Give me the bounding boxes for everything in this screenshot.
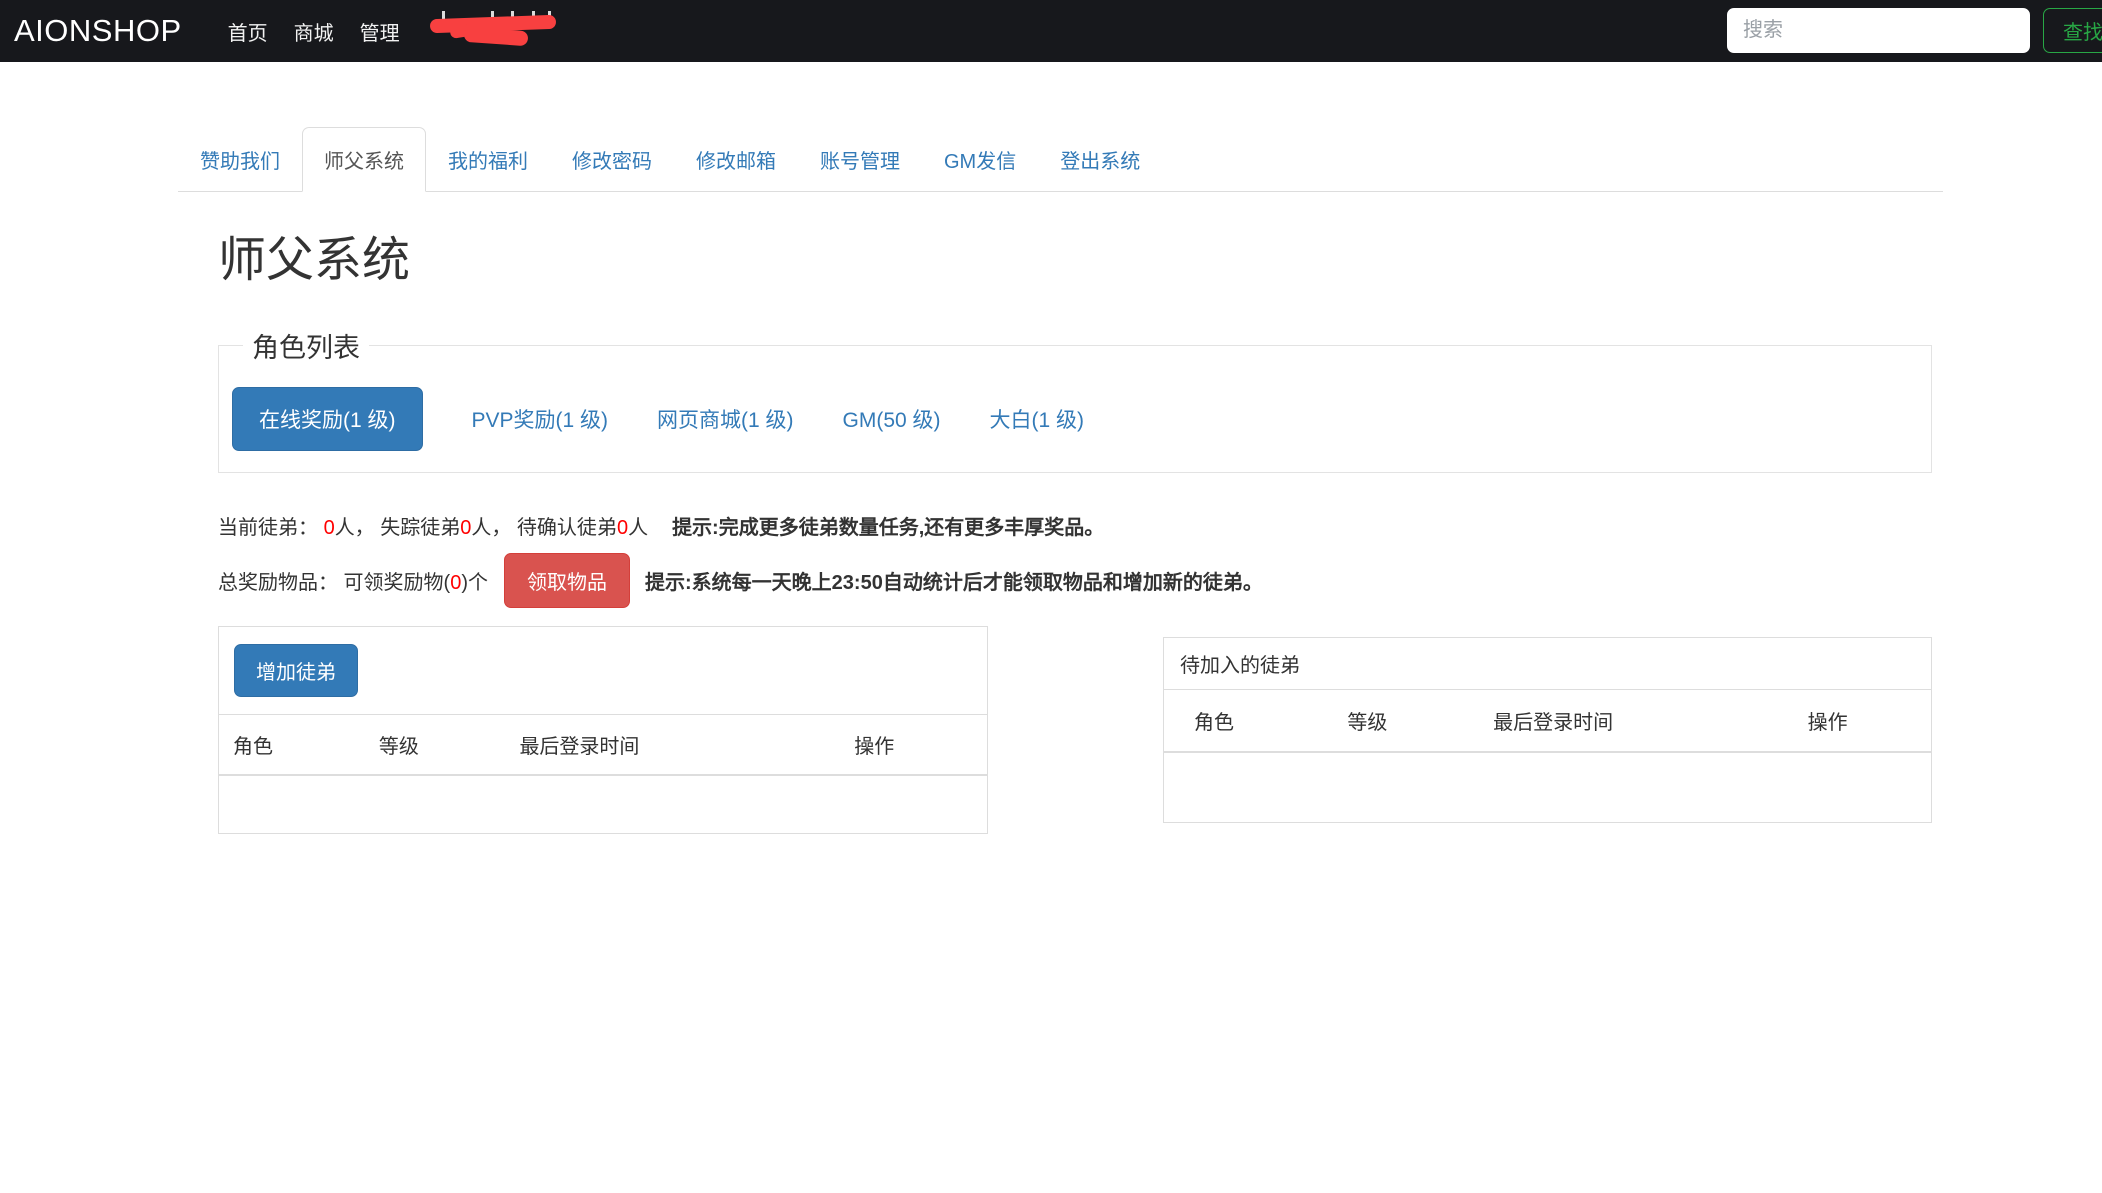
- role-list-legend: 角色列表: [243, 326, 369, 365]
- brand-logo[interactable]: AIONSHOP: [14, 0, 182, 62]
- apprentice-stats-line: 当前徒弟： 0人， 失踪徒弟0人， 待确认徒弟0人提示:完成更多徒弟数量任务,还…: [218, 511, 1943, 540]
- nav-item-home[interactable]: 首页: [228, 17, 268, 46]
- account-tabs: 赞助我们 师父系统 我的福利 修改密码 修改邮箱 账号管理 GM发信 登出系统: [178, 127, 1943, 192]
- stat-text: 当前徒弟：: [218, 517, 324, 539]
- role-button-row: 在线奖励(1 级) PVP奖励(1 级) 网页商城(1 级) GM(50 级) …: [232, 387, 1931, 451]
- tab-logout[interactable]: 登出系统: [1038, 127, 1162, 192]
- role-gm-link[interactable]: GM(50 级): [843, 404, 941, 434]
- tab-master-system[interactable]: 师父系统: [302, 127, 426, 192]
- search-input[interactable]: [1727, 8, 2030, 53]
- tab-gm-mail[interactable]: GM发信: [922, 127, 1038, 192]
- column-header-last-login: 最后登录时间: [505, 715, 840, 774]
- current-apprentice-count: 0: [324, 517, 335, 539]
- role-web-mall-link[interactable]: 网页商城(1 级): [657, 404, 794, 434]
- reward-hint: 提示:系统每一天晚上23:50自动统计后才能领取物品和增加新的徒弟。: [645, 566, 1263, 595]
- pending-apprentice-count: 0: [617, 517, 628, 539]
- reward-stats-line: 总奖励物品： 可领奖励物(0)个 领取物品 提示:系统每一天晚上23:50自动统…: [218, 553, 1943, 608]
- tab-sponsor-us[interactable]: 赞助我们: [178, 127, 302, 192]
- navbar-search: 查找: [1727, 8, 2102, 53]
- pending-apprentices-title: 待加入的徒弟: [1164, 638, 1931, 690]
- main-container: 赞助我们 师父系统 我的福利 修改密码 修改邮箱 账号管理 GM发信 登出系统 …: [178, 127, 1943, 834]
- role-online-reward-button[interactable]: 在线奖励(1 级): [232, 387, 423, 451]
- tab-change-password[interactable]: 修改密码: [550, 127, 674, 192]
- column-header-action: 操作: [1778, 690, 1931, 751]
- column-header-level: 等级: [1317, 690, 1463, 751]
- empty-table-row: [219, 776, 987, 833]
- stat-text: 人， 待确认徒弟: [471, 517, 617, 539]
- redacted-username-area: [428, 9, 568, 53]
- redaction-scribble: [463, 27, 528, 46]
- apprentice-panels: 增加徒弟 角色 等级 最后登录时间 操作 待加入的徒弟 角色 等级 最后登录时间…: [218, 626, 1932, 834]
- role-list-fieldset: 角色列表 在线奖励(1 级) PVP奖励(1 级) 网页商城(1 级) GM(5…: [218, 326, 1932, 473]
- my-apprentices-header-row: 角色 等级 最后登录时间 操作: [219, 715, 987, 776]
- my-apprentices-toolbar: 增加徒弟: [219, 627, 987, 715]
- my-apprentices-panel: 增加徒弟 角色 等级 最后登录时间 操作: [218, 626, 988, 834]
- tab-my-benefits[interactable]: 我的福利: [426, 127, 550, 192]
- nav-item-manage[interactable]: 管理: [360, 17, 400, 46]
- reward-text: 总奖励物品： 可领奖励物(0)个: [218, 566, 488, 595]
- column-header-last-login: 最后登录时间: [1463, 690, 1777, 751]
- tab-content: 师父系统 角色列表 在线奖励(1 级) PVP奖励(1 级) 网页商城(1 级)…: [178, 232, 1943, 834]
- stat-text: 人， 失踪徒弟: [335, 517, 461, 539]
- page-title: 师父系统: [218, 232, 1943, 290]
- column-header-role: 角色: [219, 715, 365, 774]
- pending-apprentices-panel: 待加入的徒弟 角色 等级 最后登录时间 操作: [1163, 637, 1932, 823]
- nav-item-mall[interactable]: 商城: [294, 17, 334, 46]
- empty-table-row: [1164, 753, 1931, 822]
- tab-change-email[interactable]: 修改邮箱: [674, 127, 798, 192]
- claim-items-button[interactable]: 领取物品: [504, 553, 630, 608]
- top-navbar: AIONSHOP 首页 商城 管理 查找: [0, 0, 2102, 62]
- column-header-level: 等级: [365, 715, 506, 774]
- role-pvp-reward-link[interactable]: PVP奖励(1 级): [472, 404, 609, 434]
- claimable-reward-count: 0: [450, 572, 461, 594]
- pending-apprentices-header-row: 角色 等级 最后登录时间 操作: [1164, 690, 1931, 753]
- navbar-links: 首页 商城 管理: [228, 17, 426, 46]
- stat-text: 人: [628, 517, 648, 539]
- add-apprentice-button[interactable]: 增加徒弟: [234, 644, 358, 697]
- missing-apprentice-count: 0: [460, 517, 471, 539]
- apprentice-hint: 提示:完成更多徒弟数量任务,还有更多丰厚奖品。: [672, 517, 1104, 539]
- column-header-role: 角色: [1164, 690, 1317, 751]
- role-dabai-link[interactable]: 大白(1 级): [990, 404, 1085, 434]
- tab-account-management[interactable]: 账号管理: [798, 127, 922, 192]
- column-header-action: 操作: [840, 715, 987, 774]
- search-submit-button[interactable]: 查找: [2043, 8, 2102, 53]
